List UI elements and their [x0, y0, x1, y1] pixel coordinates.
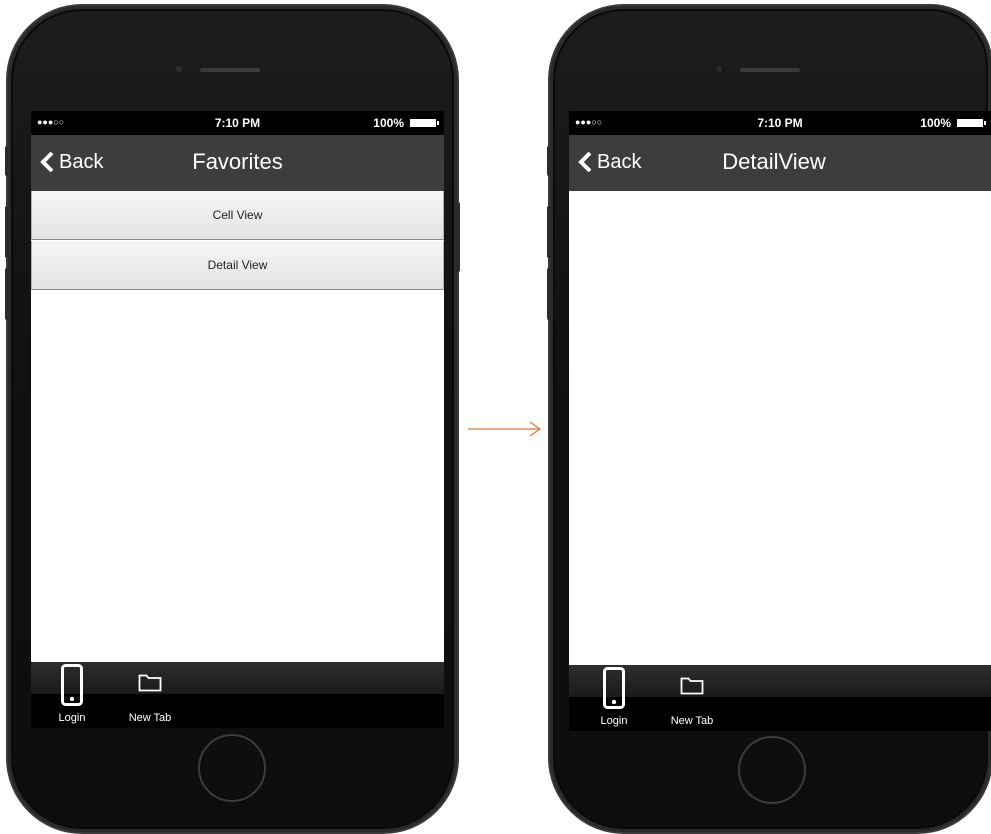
phone-frame-left: ●●●○○ 7:10 PM 100% Back Favorites Cell V…	[5, 6, 460, 832]
battery-icon	[957, 119, 986, 127]
phone-icon	[603, 667, 625, 709]
phone-frame-right: ●●●○○ 7:10 PM 100% Back DetailView Login	[547, 6, 991, 832]
folder-icon	[680, 677, 704, 695]
power-button	[454, 202, 460, 272]
tab-new-tab-label: New Tab	[670, 715, 714, 727]
screen-detail-view: ●●●○○ 7:10 PM 100% Back DetailView Login	[569, 111, 991, 731]
navigation-bar: Back DetailView	[569, 135, 991, 191]
screen-favorites: ●●●○○ 7:10 PM 100% Back Favorites Cell V…	[31, 111, 444, 728]
tab-bar-strip	[569, 665, 991, 697]
tab-new-tab[interactable]: New Tab	[123, 662, 177, 724]
phone-icon	[61, 664, 83, 706]
nav-title: DetailView	[722, 149, 826, 174]
mute-switch	[547, 146, 553, 176]
mute-switch	[5, 146, 11, 176]
speaker-grille	[740, 68, 800, 72]
battery-percent: 100%	[373, 116, 404, 130]
volume-up-button	[5, 206, 11, 258]
battery-percent: 100%	[920, 116, 951, 130]
list-item-cell-view[interactable]: Cell View	[31, 191, 444, 240]
list-item-detail-view[interactable]: Detail View	[31, 241, 444, 290]
battery-icon	[410, 119, 439, 127]
nav-title: Favorites	[192, 149, 283, 174]
tab-login[interactable]: Login	[55, 662, 89, 724]
home-button[interactable]	[198, 734, 266, 802]
volume-up-button	[547, 206, 553, 258]
tab-login-label: Login	[600, 715, 628, 727]
tab-login-label: Login	[58, 712, 86, 724]
folder-icon	[138, 674, 162, 692]
tab-bar: Login New Tab	[31, 662, 444, 728]
navigation-bar: Back Favorites	[31, 135, 444, 191]
front-camera	[176, 66, 182, 72]
front-camera	[716, 66, 722, 72]
tab-login[interactable]: Login	[597, 665, 631, 727]
tab-bar-strip	[31, 662, 444, 694]
volume-down-button	[5, 268, 11, 320]
status-bar: ●●●○○ 7:10 PM 100%	[569, 111, 991, 135]
tab-new-tab[interactable]: New Tab	[665, 665, 719, 727]
volume-down-button	[547, 268, 553, 320]
transition-arrow	[468, 421, 542, 437]
status-bar: ●●●○○ 7:10 PM 100%	[31, 111, 444, 135]
home-button[interactable]	[738, 736, 806, 804]
speaker-grille	[200, 68, 260, 72]
tab-new-tab-label: New Tab	[128, 712, 172, 724]
tab-bar: Login New Tab	[569, 665, 991, 731]
